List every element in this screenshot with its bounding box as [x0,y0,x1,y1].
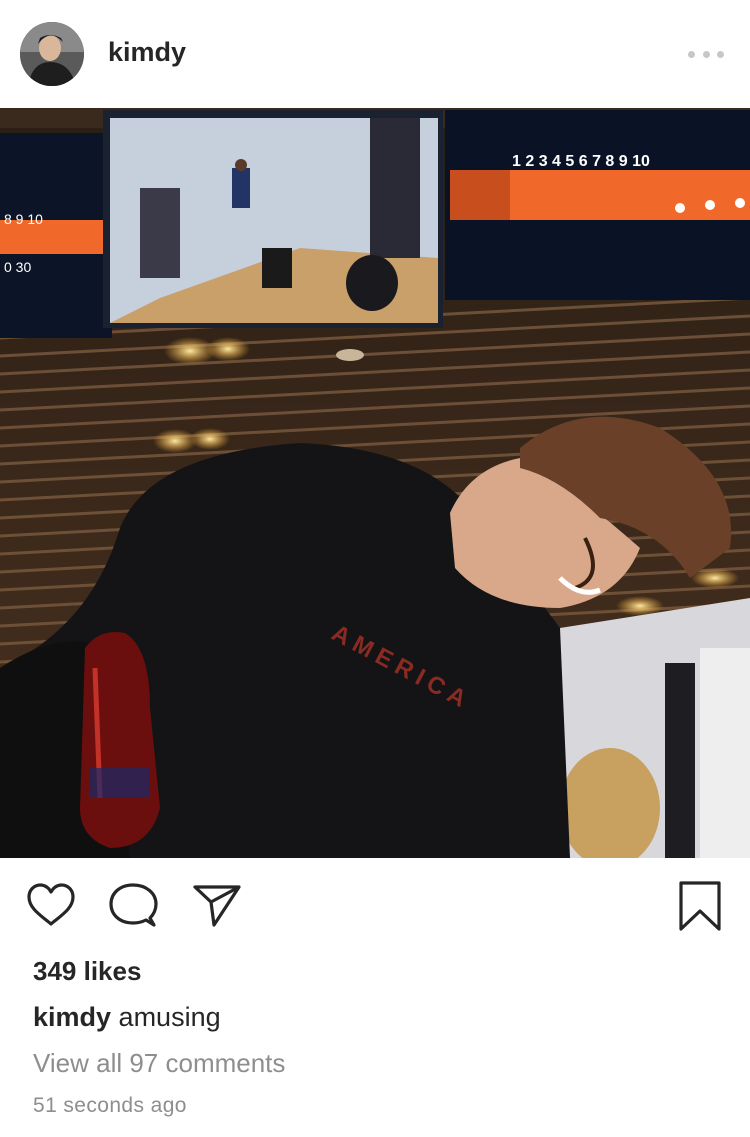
caption: kimdy amusing [33,1002,221,1033]
action-bar [0,858,750,954]
comment-bubble-icon[interactable] [108,882,158,930]
paper-plane-icon[interactable] [192,882,242,928]
post-photo[interactable]: 8 9 10 0 30 1 2 3 4 5 6 7 8 9 10 AMERICA [0,108,750,858]
post-timestamp: 51 seconds ago [33,1094,187,1117]
scoreboard-right-frames: 1 2 3 4 5 6 7 8 9 10 [512,153,650,170]
caption-text: amusing [111,1002,221,1032]
caption-username[interactable]: kimdy [33,1002,111,1032]
avatar-photo [20,22,84,86]
heart-icon[interactable] [26,882,76,928]
scoreboard-left-bottom: 0 30 [4,259,31,275]
scoreboard-left-top: 8 9 10 [4,211,43,227]
like-count[interactable]: 349 likes [33,956,141,987]
bookmark-icon[interactable] [676,880,724,932]
post-header: kimdy [0,0,750,108]
more-options-icon[interactable] [688,40,724,68]
avatar[interactable] [20,22,84,86]
post-username[interactable]: kimdy [108,37,186,68]
photo-illustration: 8 9 10 0 30 1 2 3 4 5 6 7 8 9 10 AMERICA [0,108,750,858]
view-all-comments-link[interactable]: View all 97 comments [33,1048,285,1079]
